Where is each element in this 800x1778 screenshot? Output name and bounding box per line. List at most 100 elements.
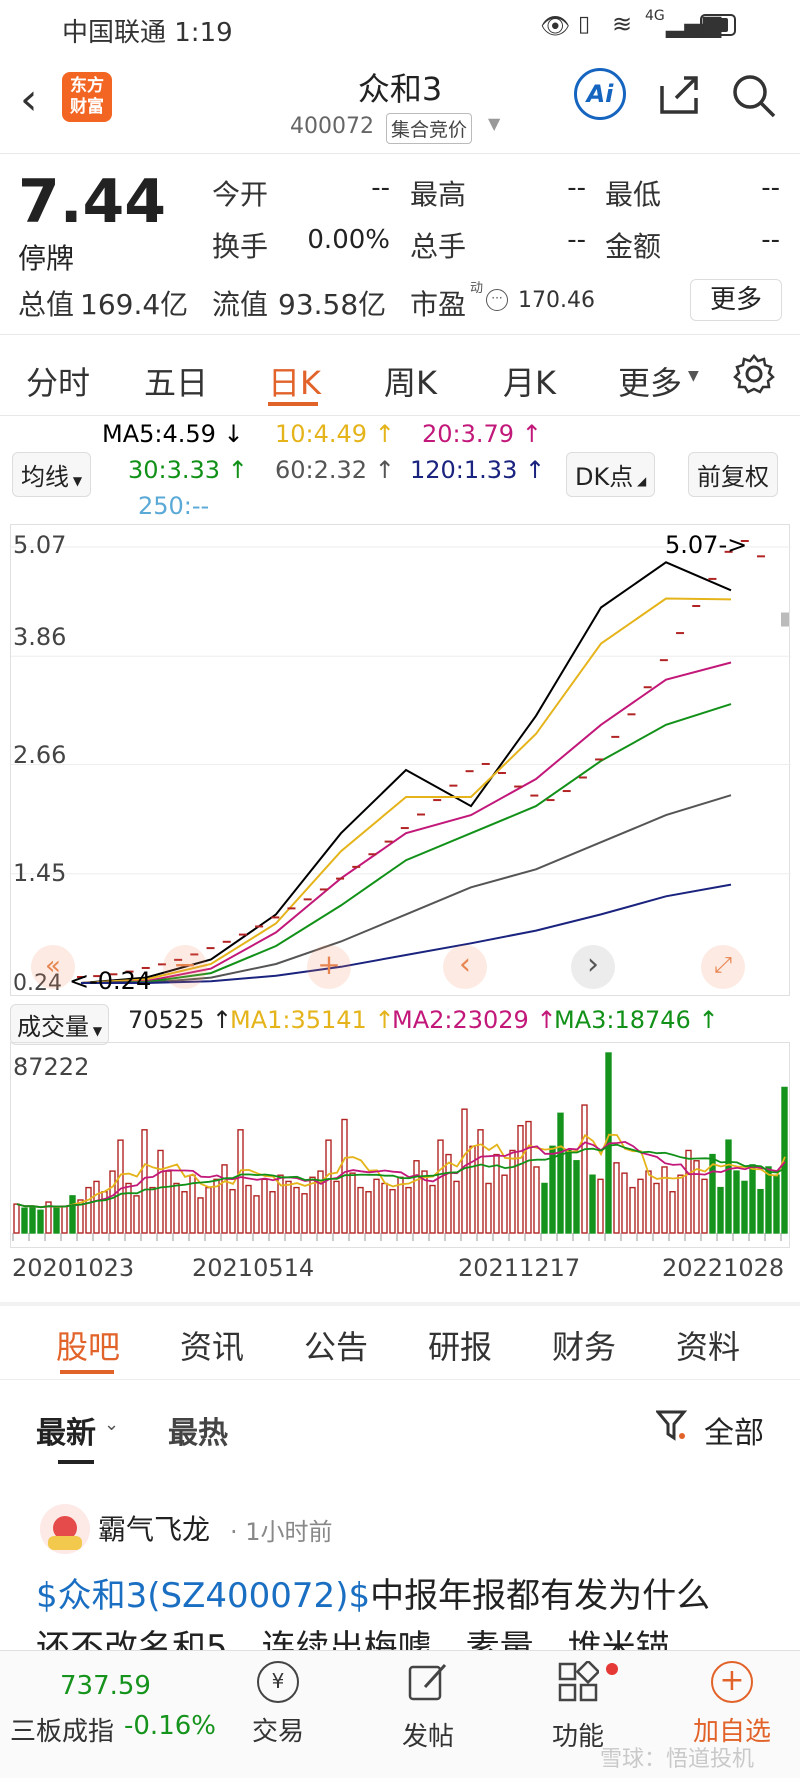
tab-weekly-k[interactable]: 周K — [384, 358, 437, 404]
status-bar: 中国联通 1:19 👁 ▯ ≋ 4G ▂▄▆ — [0, 0, 800, 54]
scroll-left-icon[interactable]: « — [31, 945, 75, 989]
volume-bar — [573, 1160, 580, 1234]
volume-bar — [173, 1182, 180, 1234]
dk-point-button[interactable]: DK点 ◢ — [566, 452, 656, 497]
stat-label: 金额 — [605, 230, 662, 263]
watermark: 雪球：悟道投机 — [600, 1747, 755, 1772]
tab-profile[interactable]: 资料 — [676, 1322, 740, 1368]
kline-chart[interactable]: 5.07 3.86 2.66 1.45 0.24 5.07-> <-0.24 «… — [10, 524, 791, 996]
prev-icon[interactable]: ‹ — [443, 945, 487, 989]
stat-value: -- — [567, 225, 586, 255]
tab-five-day[interactable]: 五日 — [144, 358, 208, 404]
quote-panel: 7.44 停牌 今开 -- 最高 -- 最低 -- 换手 0.00% 总手 --… — [0, 155, 800, 335]
volume-bar — [501, 1174, 508, 1234]
ma-selector[interactable]: 均线 ▼ — [12, 452, 92, 497]
volume-selector[interactable]: 成交量 ▼ — [10, 1004, 110, 1045]
chevron-down-icon[interactable]: ▼ — [688, 368, 699, 384]
pe-dynamic-sup: 动 — [470, 281, 484, 296]
grid-icon — [558, 1659, 601, 1702]
search-icon[interactable] — [730, 72, 778, 120]
index-value[interactable]: 737.59 — [60, 1671, 151, 1701]
volume-bar — [93, 1180, 100, 1234]
volume-chart[interactable]: 87222 — [10, 1042, 790, 1248]
ai-button[interactable]: Ai — [574, 68, 626, 120]
post-button[interactable]: 发帖 — [388, 1661, 468, 1753]
trading-status: 停牌 — [18, 242, 75, 275]
ma-line-ma5 — [80, 561, 732, 984]
post-author[interactable]: 霸气飞龙 — [98, 1508, 210, 1548]
pe-label: 市盈 — [410, 288, 467, 321]
tab-finance[interactable]: 财务 — [552, 1322, 616, 1368]
stock-code: 400072 — [290, 114, 374, 139]
y-tick-label: 3.86 — [13, 623, 67, 651]
volume-bar — [677, 1174, 684, 1234]
volume-bar — [509, 1149, 516, 1234]
ma5-label: MA5:4.59 ↓ — [102, 420, 244, 448]
index-name[interactable]: 三板成指 — [10, 1711, 114, 1748]
eastmoney-logo[interactable]: 东方 财富 — [62, 72, 112, 122]
tab-more[interactable]: 更多 — [618, 358, 682, 404]
tab-monthly-k[interactable]: 月K — [503, 358, 556, 404]
next-icon[interactable]: › — [571, 945, 615, 989]
tab-forum[interactable]: 股吧 — [56, 1322, 120, 1368]
volume-bar — [749, 1164, 756, 1234]
market-tag[interactable]: 集合竞价 — [386, 113, 473, 144]
yen-icon: ¥ — [257, 1661, 299, 1703]
tab-daily-k[interactable]: 日K — [268, 358, 321, 404]
stat-value: -- — [371, 173, 390, 203]
stat-value: -- — [761, 225, 780, 255]
float-value: 93.58亿 — [278, 288, 387, 321]
filter-icon[interactable] — [656, 1408, 688, 1442]
index-change[interactable]: -0.16% — [124, 1711, 216, 1741]
share-icon[interactable] — [656, 72, 702, 118]
volume-bar — [565, 1149, 572, 1234]
tab-announcements[interactable]: 公告 — [304, 1322, 368, 1368]
chevron-down-icon[interactable]: ⌄ — [104, 1414, 119, 1435]
zoom-in-icon[interactable]: + — [307, 945, 351, 989]
y-tick-label: 1.45 — [13, 859, 67, 887]
chevron-down-icon[interactable]: ▼ — [488, 114, 500, 133]
tab-news[interactable]: 资讯 — [180, 1322, 244, 1368]
volume-bar — [269, 1191, 276, 1234]
filter-latest[interactable]: 最新 — [36, 1408, 96, 1452]
active-tab-indicator — [268, 402, 318, 406]
post-time: · 1小时前 — [230, 1518, 333, 1546]
filter-hot[interactable]: 最热 — [168, 1408, 228, 1452]
kline-svg — [11, 540, 791, 984]
volume-bar — [293, 1186, 300, 1234]
fullscreen-icon[interactable]: ⤢ — [701, 945, 745, 989]
volume-bar — [309, 1176, 316, 1234]
volume-bar — [733, 1170, 740, 1234]
post-text: 中报年报都有发为什么 — [370, 1576, 711, 1616]
price: 7.44 — [18, 167, 167, 237]
volume-bar — [69, 1195, 76, 1234]
stock-link[interactable]: $众和3(SZ400072)$ — [36, 1576, 370, 1616]
zoom-out-icon[interactable]: − — [163, 945, 207, 989]
volume-bar — [165, 1170, 172, 1234]
post-body[interactable]: $众和3(SZ400072)$中报年报都有发为什么 — [36, 1570, 776, 1622]
tab-intraday[interactable]: 分时 — [26, 358, 90, 404]
more-button[interactable]: 更多 — [690, 279, 782, 321]
adjust-button[interactable]: 前复权 — [688, 452, 778, 497]
filter-all[interactable]: 全部 — [704, 1408, 764, 1452]
battery-icon — [700, 14, 736, 36]
volume-bar — [37, 1209, 44, 1234]
volume-bar — [637, 1178, 644, 1234]
back-icon[interactable]: ‹ — [20, 74, 38, 125]
volume-bar — [245, 1184, 252, 1234]
edit-icon — [408, 1663, 447, 1701]
trade-button[interactable]: ¥ 交易 — [238, 1661, 318, 1748]
volume-bar — [629, 1186, 636, 1234]
function-button[interactable]: 功能 — [538, 1659, 618, 1753]
settings-gear-icon[interactable] — [732, 352, 776, 396]
info-icon[interactable]: ··· — [486, 289, 508, 311]
vol-ma2: MA2:23029 ↑ — [392, 1006, 557, 1034]
ma250-label: 250:-- — [138, 492, 210, 520]
volume-bar — [717, 1186, 724, 1234]
volume-bar — [253, 1195, 260, 1234]
add-watchlist-button[interactable]: + 加自选 — [682, 1661, 782, 1748]
volume-bar — [261, 1178, 268, 1234]
volume-bar — [541, 1182, 548, 1234]
tab-research[interactable]: 研报 — [428, 1322, 492, 1368]
avatar[interactable] — [40, 1504, 90, 1554]
